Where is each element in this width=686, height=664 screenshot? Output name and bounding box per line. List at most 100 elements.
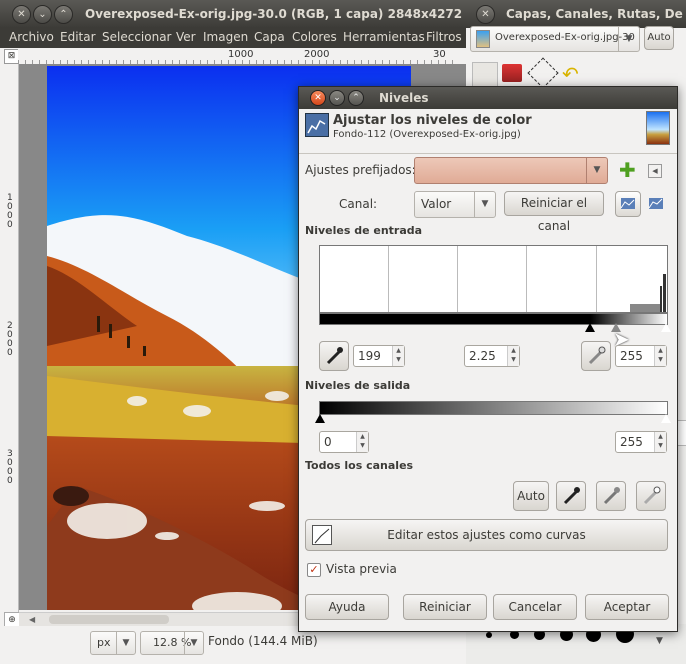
layers-tab-icon[interactable] [472, 62, 498, 88]
scrollbar-thumb[interactable] [49, 615, 169, 624]
output-white-handle[interactable] [661, 414, 671, 423]
scroll-left-icon[interactable]: ◀ [29, 615, 35, 624]
ruler-label: 1000 [228, 49, 254, 60]
image-window-title: Overexposed-Ex-orig.jpg-30.0 (RGB, 1 cap… [85, 7, 503, 21]
output-white-spinner[interactable]: 255 ▲ ▼ [615, 431, 667, 453]
channels-tab-icon[interactable] [502, 64, 522, 82]
menu-colores[interactable]: Colores [292, 30, 337, 44]
ruler-label: 1000 [7, 193, 13, 230]
spin-arrows-icon[interactable]: ▲ ▼ [356, 432, 368, 452]
horizontal-ruler: 1000 2000 30 [18, 48, 458, 65]
input-gamma-spinner[interactable]: 2.25 ▲ ▼ [464, 345, 520, 367]
layer-thumbnail [646, 111, 670, 145]
levels-histogram-icon [305, 113, 329, 137]
dropdown-arrow-icon: ▼ [116, 632, 135, 654]
menu-seleccionar[interactable]: Seleccionar [102, 30, 171, 44]
black-point-picker-button[interactable] [319, 341, 349, 371]
channel-value: Valor [421, 197, 452, 211]
image-window-titlebar[interactable]: ✕ ⌄ ⌃ Overexposed-Ex-orig.jpg-30.0 (RGB,… [0, 0, 503, 28]
input-black-spinner[interactable]: 199 ▲ ▼ [353, 345, 405, 367]
pick-white-point-button[interactable] [636, 481, 666, 511]
histogram [319, 245, 668, 313]
vertical-ruler: 1000 2000 3000 [4, 64, 19, 612]
presets-label: Ajustes prefijados: [305, 163, 416, 177]
white-point-picker-button[interactable] [581, 341, 611, 371]
linear-histogram-icon[interactable] [615, 191, 641, 217]
image-thumbnail-icon [476, 30, 490, 48]
pick-black-point-button[interactable] [556, 481, 586, 511]
preset-menu-icon[interactable]: ◀ [648, 164, 662, 178]
channel-label: Canal: [339, 197, 378, 211]
dock-title: Capas, Canales, Rutas, De [506, 7, 683, 21]
input-white-handle[interactable] [661, 323, 671, 332]
menu-imagen[interactable]: Imagen [203, 30, 248, 44]
status-text: Fondo (144.4 MiB) [208, 634, 318, 648]
output-black-handle[interactable] [315, 414, 325, 423]
unit-value: px [97, 636, 111, 649]
minimize-icon[interactable]: ⌄ [33, 5, 52, 24]
input-white-spinner[interactable]: 255 ▲ ▼ [615, 345, 667, 367]
undo-history-tab-icon[interactable]: ↶ [562, 62, 579, 86]
maximize-icon[interactable]: ⌃ [348, 90, 364, 106]
dropdown-arrow-icon: ▼ [184, 632, 203, 654]
spin-arrows-icon[interactable]: ▲ ▼ [654, 432, 666, 452]
add-preset-icon[interactable]: ✚ [619, 160, 636, 180]
menu-ver[interactable]: Ver [176, 30, 196, 44]
cancel-button[interactable]: Cancelar [493, 594, 577, 620]
reset-button[interactable]: Reiniciar [403, 594, 487, 620]
dropdown-arrow-icon: ▼ [586, 158, 607, 183]
menu-capa[interactable]: Capa [254, 30, 285, 44]
quick-mask-corner-icon[interactable]: ⊠ [4, 49, 19, 64]
maximize-icon[interactable]: ⌃ [54, 5, 73, 24]
input-gamma-value: 2.25 [469, 349, 496, 363]
presets-combo[interactable]: ▼ [414, 157, 608, 184]
help-button[interactable]: Ayuda [305, 594, 389, 620]
edit-as-curves-button[interactable]: Editar estos ajustes como curvas [305, 519, 668, 551]
preview-label: Vista previa [326, 562, 397, 576]
levels-dialog: ✕ ⌄ ⌃ Niveles Ajustar los niveles de col… [298, 86, 678, 632]
levels-header-title: Ajustar los niveles de color [333, 113, 532, 128]
zoom-selector[interactable]: 12.8 % ▼ [140, 631, 204, 655]
dropdown-arrow-icon: ▼ [618, 27, 639, 51]
output-levels-title: Niveles de salida [305, 379, 411, 392]
input-black-point-handle[interactable] [584, 323, 595, 332]
edit-as-curves-label: Editar estos ajustes como curvas [387, 528, 586, 542]
close-icon[interactable]: ✕ [12, 5, 31, 24]
levels-header-subtitle: Fondo-112 (Overexposed-Ex-orig.jpg) [333, 129, 521, 140]
pick-gray-point-button[interactable] [596, 481, 626, 511]
menu-filtros[interactable]: Filtros [426, 30, 462, 44]
ruler-label: 2000 [304, 49, 330, 60]
preview-checkbox[interactable]: ✓ [307, 563, 321, 577]
spin-arrows-icon[interactable]: ▲ ▼ [654, 346, 666, 366]
ok-button[interactable]: Aceptar [585, 594, 669, 620]
log-histogram-icon[interactable] [645, 193, 667, 215]
channel-combo[interactable]: Valor ▼ [414, 191, 496, 218]
image-selector-value: Overexposed-Ex-orig.jpg-30 [495, 32, 635, 43]
input-black-value: 199 [358, 349, 381, 363]
menu-herramientas[interactable]: Herramientas [343, 30, 425, 44]
spin-arrows-icon[interactable]: ▲ ▼ [507, 346, 519, 366]
output-white-value: 255 [620, 435, 643, 449]
auto-button[interactable]: Auto [644, 26, 674, 50]
scroll-down-icon[interactable]: ▼ [656, 636, 663, 646]
menu-archivo[interactable]: Archivo [9, 30, 54, 44]
output-gradient-bar [319, 401, 668, 415]
reset-channel-button[interactable]: Reiniciar el canal [504, 191, 604, 233]
brush-icon[interactable] [486, 632, 492, 638]
paths-tab-icon[interactable] [527, 57, 559, 89]
unit-selector[interactable]: px ▼ [90, 631, 136, 655]
close-icon[interactable]: ✕ [310, 90, 326, 106]
menubar: Archivo Editar Seleccionar Ver Imagen Ca… [0, 28, 466, 48]
spin-arrows-icon[interactable]: ▲ ▼ [392, 346, 404, 366]
dock-titlebar[interactable]: ✕ Capas, Canales, Rutas, De [466, 0, 686, 28]
minimize-icon[interactable]: ⌄ [329, 90, 345, 106]
input-levels-title: Niveles de entrada [305, 224, 423, 237]
all-channels-title: Todos los canales [305, 459, 414, 472]
output-black-value: 0 [324, 435, 332, 449]
levels-titlebar[interactable]: ✕ ⌄ ⌃ Niveles [299, 87, 677, 109]
auto-levels-button[interactable]: Auto [513, 481, 549, 511]
close-icon[interactable]: ✕ [476, 5, 495, 24]
output-black-spinner[interactable]: 0 ▲ ▼ [319, 431, 369, 453]
menu-editar[interactable]: Editar [60, 30, 96, 44]
image-selector[interactable]: Overexposed-Ex-orig.jpg-30 ▼ [470, 26, 640, 52]
